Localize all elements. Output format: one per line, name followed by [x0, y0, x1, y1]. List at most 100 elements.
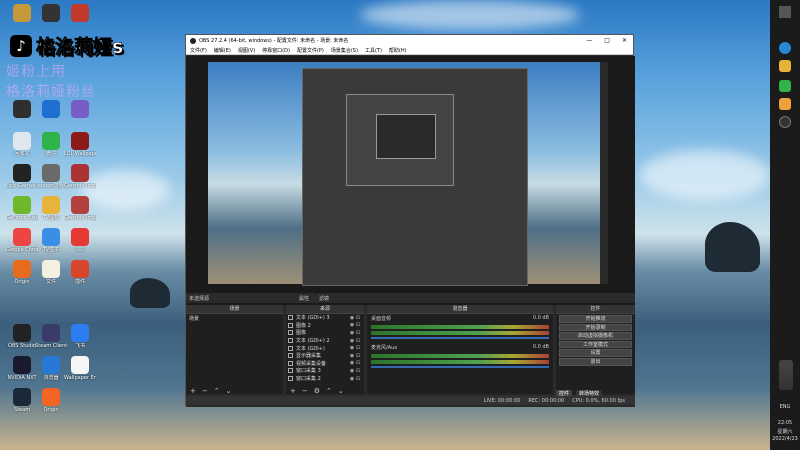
virtual-camera-button[interactable]: 启动虚拟摄像机 — [559, 332, 632, 340]
source-item[interactable]: 显示器采集 ◉ ⊡ — [286, 352, 364, 360]
wechat-icon[interactable] — [779, 80, 791, 92]
desktop-icon[interactable]: Steam Client — [35, 324, 67, 349]
add-source-icon[interactable]: + — [290, 387, 296, 395]
desktop-icon[interactable]: 微信 — [35, 132, 67, 157]
desktop-icon[interactable]: 插件 — [64, 260, 96, 285]
desktop-icon[interactable]: Epic Games Launcher — [6, 164, 38, 189]
scenes-toolbar: + − ⌃ ⌄ — [186, 387, 232, 395]
desktop-icon[interactable] — [6, 100, 38, 119]
desktop-icon[interactable]: Origin — [6, 260, 38, 285]
desktop-icon[interactable]: NVIDIA NXT — [6, 356, 38, 381]
minimize-button[interactable]: — — [586, 37, 592, 44]
visibility-lock-icon[interactable]: ◉ ⊡ — [350, 315, 360, 321]
settings-button[interactable]: 设置 — [559, 349, 632, 357]
desktop-icon[interactable] — [6, 4, 38, 23]
menu-help[interactable]: 帮助(H) — [389, 47, 407, 54]
desktop-icon[interactable]: 文件 — [35, 260, 67, 285]
menu-docks[interactable]: 停靠窗口(D) — [262, 47, 290, 54]
close-button[interactable]: ✕ — [622, 37, 627, 44]
clock-time[interactable]: 22:05 — [770, 420, 800, 426]
visibility-lock-icon[interactable]: ◉ ⊡ — [350, 360, 360, 366]
desktop-icon[interactable]: Genshin Impact — [64, 196, 96, 221]
visibility-lock-icon[interactable]: ◉ ⊡ — [350, 345, 360, 351]
remove-source-icon[interactable]: − — [302, 387, 308, 395]
source-item[interactable]: 文本 (GDI+) 3 ◉ ⊡ — [286, 314, 364, 322]
studio-mode-button[interactable]: 工作室模式 — [559, 340, 632, 349]
desktop-icon-label: Google Chrome — [6, 247, 38, 253]
preview-canvas[interactable] — [186, 56, 635, 324]
visibility-lock-icon[interactable]: ◉ ⊡ — [350, 376, 360, 382]
exit-button[interactable]: 退出 — [559, 357, 632, 366]
desktop-icon[interactable]: GeForce Experience — [6, 196, 38, 221]
visibility-lock-icon[interactable]: ◉ ⊡ — [350, 368, 360, 374]
source-item[interactable]: 文本 (GDI+) 2 ◉ ⊡ — [286, 337, 364, 345]
filters-button[interactable]: 滤镜 — [319, 295, 329, 302]
menu-profile[interactable]: 配置文件(P) — [297, 47, 324, 54]
start-recording-button[interactable]: 开始录制 — [559, 323, 632, 332]
visibility-lock-icon[interactable]: ◉ ⊡ — [350, 338, 360, 344]
desktop-icon[interactable]: UU — [64, 228, 96, 253]
visibility-lock-icon[interactable]: ◉ ⊡ — [350, 322, 360, 328]
obs-taskbar-icon[interactable] — [779, 116, 791, 128]
move-down-icon[interactable]: ⌄ — [226, 387, 232, 395]
desktop-icon[interactable]: LOL Wallpaper — [64, 132, 96, 157]
maximize-button[interactable]: □ — [604, 37, 610, 44]
move-down-icon[interactable]: ⌄ — [338, 387, 344, 395]
visibility-lock-icon[interactable]: ◉ ⊡ — [350, 353, 360, 359]
folder-icon[interactable] — [779, 60, 791, 72]
move-up-icon[interactable]: ⌃ — [326, 387, 332, 395]
desktop-icon[interactable]: TV盒子 — [35, 228, 67, 253]
desktop-icon[interactable]: Steam — [6, 388, 38, 413]
source-item[interactable]: 图像 ◉ ⊡ — [286, 329, 364, 337]
windows-icon[interactable] — [779, 6, 791, 18]
edge-icon[interactable] — [779, 42, 791, 54]
live-status: LIVE: 00:00:00 — [483, 397, 521, 404]
desktop-icon[interactable]: 飞书 — [64, 324, 96, 349]
desktop-icon[interactable]: Origin — [35, 388, 67, 413]
desktop-icon[interactable]: Wallpaper Engine — [64, 356, 96, 381]
remove-scene-icon[interactable]: − — [202, 387, 208, 395]
source-type-icon — [288, 376, 293, 382]
desktop-icon[interactable]: TV图标 — [35, 196, 67, 221]
source-item[interactable]: 窗口采集 2 ◉ ⊡ — [286, 375, 364, 383]
properties-button[interactable]: 属性 — [299, 295, 309, 302]
desktop-icon[interactable] — [64, 100, 96, 119]
preview-taskbar — [600, 62, 608, 284]
desktop-icon[interactable]: 回收站 — [6, 132, 38, 157]
menu-file[interactable]: 文件(F) — [190, 47, 207, 54]
move-up-icon[interactable]: ⌃ — [214, 387, 220, 395]
app-icon — [13, 356, 31, 374]
volume-slider[interactable] — [371, 366, 549, 368]
scene-item[interactable]: 场景 — [186, 314, 283, 323]
gear-icon[interactable]: ⚙ — [314, 387, 320, 395]
menu-view[interactable]: 视图(V) — [238, 47, 255, 54]
tray-icons[interactable] — [779, 360, 793, 390]
source-item[interactable]: 视频采集设备 ◉ ⊡ — [286, 360, 364, 368]
language-indicator[interactable]: ENG — [770, 404, 800, 410]
menu-edit[interactable]: 编辑(E) — [214, 47, 231, 54]
menu-tools[interactable]: 工具(T) — [365, 47, 382, 54]
desktop-icon[interactable] — [35, 4, 67, 23]
desktop-icon[interactable] — [64, 4, 96, 23]
desktop-icon[interactable]: steam游戏 — [35, 164, 67, 189]
desktop-icon[interactable]: 浏览器 — [35, 356, 67, 381]
source-item[interactable]: 图像 2 ◉ ⊡ — [286, 322, 364, 330]
app-icon[interactable] — [779, 98, 791, 110]
menu-scene-collection[interactable]: 场景集合(S) — [331, 47, 358, 54]
title-bar[interactable]: OBS 27.2.4 (64-bit, windows) - 配置文件: 未命名… — [186, 35, 633, 46]
desktop-icon[interactable]: Google Chrome — [6, 228, 38, 253]
desktop-icon[interactable]: Genshin Impact — [64, 164, 96, 189]
desktop-icon[interactable] — [35, 100, 67, 119]
add-scene-icon[interactable]: + — [190, 387, 196, 395]
volume-slider[interactable] — [371, 337, 549, 339]
start-streaming-button[interactable]: 开始推流 — [559, 315, 632, 323]
app-icon — [71, 260, 89, 278]
source-item[interactable]: 文本 (GDI+) ◉ ⊡ — [286, 344, 364, 352]
obs-window[interactable]: OBS 27.2.4 (64-bit, windows) - 配置文件: 未命名… — [185, 34, 635, 407]
source-item[interactable]: 窗口采集 3 ◉ ⊡ — [286, 367, 364, 375]
app-icon — [42, 388, 60, 406]
visibility-lock-icon[interactable]: ◉ ⊡ — [350, 330, 360, 336]
mixer-header: 混音器 — [367, 305, 553, 314]
desktop-icon[interactable]: OBS Studio — [6, 324, 38, 349]
app-icon — [13, 260, 31, 278]
